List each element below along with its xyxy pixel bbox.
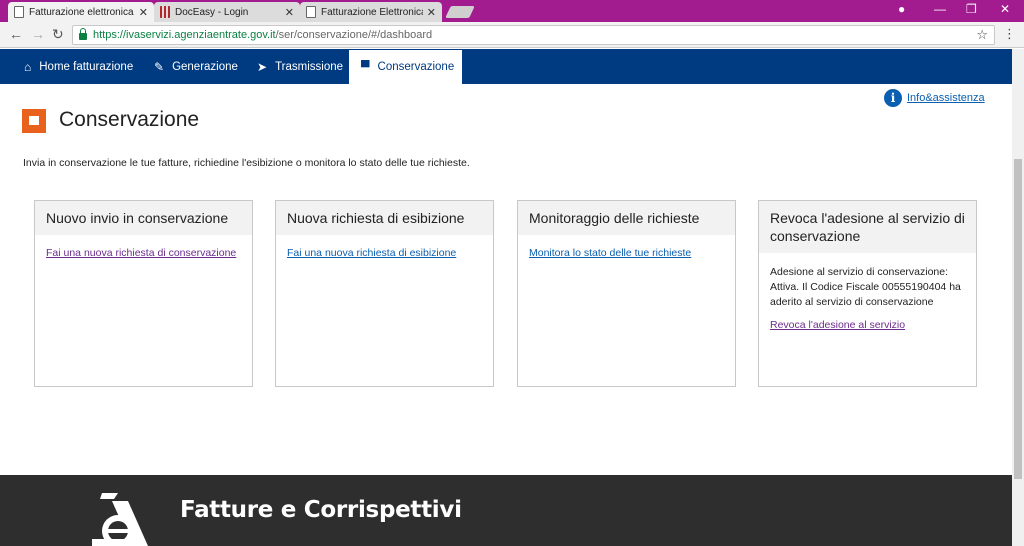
agenzia-entrate-logo-icon <box>92 493 148 546</box>
monitora-richieste-link[interactable]: Monitora lo stato delle tue richieste <box>529 247 724 259</box>
address-bar[interactable]: https://ivaservizi.agenziaentrate.gov.it… <box>72 25 995 45</box>
tab-title: Fatturazione Elettronica - <box>321 6 423 18</box>
browser-tab-strip: Fatturazione elettronica ✕ DocEasy - Log… <box>0 0 1024 22</box>
forward-icon[interactable]: → <box>31 26 45 42</box>
main-navigation: ⌂ Home fatturazione ✎ Generazione ➤ Tras… <box>0 49 1012 84</box>
nav-label: Generazione <box>172 60 238 73</box>
nav-trasmissione[interactable]: ➤ Trasmissione <box>257 49 343 84</box>
card-nuovo-invio: Nuovo invio in conservazione Fai una nuo… <box>34 200 253 387</box>
restore-icon[interactable]: ❐ <box>966 2 977 16</box>
page-icon <box>306 6 316 18</box>
browser-tab-fatturazione-2[interactable]: Fatturazione Elettronica - ✕ <box>300 2 442 22</box>
close-icon[interactable]: ✕ <box>427 6 436 19</box>
close-icon[interactable]: ✕ <box>285 6 294 19</box>
card-title: Monitoraggio delle richieste <box>518 201 735 235</box>
footer-title: Fatture e Corrispettivi <box>180 497 462 523</box>
nav-home-fatturazione[interactable]: ⌂ Home fatturazione <box>24 49 133 84</box>
archive-icon: ▀ <box>361 60 370 74</box>
home-icon: ⌂ <box>24 59 32 74</box>
lock-icon <box>79 28 87 40</box>
doceasy-favicon-icon <box>160 6 170 18</box>
nav-generazione[interactable]: ✎ Generazione <box>154 49 238 84</box>
card-title: Nuovo invio in conservazione <box>35 201 252 235</box>
user-profile-icon[interactable]: ● <box>898 2 905 16</box>
conservazione-icon <box>22 109 46 133</box>
bookmark-star-icon[interactable]: ☆ <box>976 27 988 43</box>
browser-menu-icon[interactable]: ⋮ <box>1003 26 1016 42</box>
back-icon[interactable]: ← <box>9 26 23 42</box>
minimize-icon[interactable]: — <box>934 2 946 16</box>
nav-label: Conservazione <box>377 61 455 73</box>
card-title: Revoca l'adesione al servizio di conserv… <box>759 201 976 253</box>
adesione-status-text: Adesione al servizio di conservazione: A… <box>770 266 961 308</box>
page-scrollbar[interactable] <box>1012 49 1024 546</box>
browser-toolbar: ← → ↻ https://ivaservizi.agenziaentrate.… <box>0 22 1024 48</box>
reload-icon[interactable]: ↻ <box>52 26 64 43</box>
nuova-esibizione-link[interactable]: Fai una nuova richiesta di esibizione <box>287 247 482 259</box>
card-title: Nuova richiesta di esibizione <box>276 201 493 235</box>
tab-title: DocEasy - Login <box>175 6 249 18</box>
page-footer: Fatture e Corrispettivi <box>0 475 1012 546</box>
page-title: Conservazione <box>59 108 200 131</box>
pencil-icon: ✎ <box>154 59 165 74</box>
new-tab-button[interactable] <box>445 6 475 18</box>
scrollbar-thumb[interactable] <box>1014 159 1022 479</box>
browser-tab-fatturazione[interactable]: Fatturazione elettronica ✕ <box>8 2 154 22</box>
info-assistenza-link[interactable]: Info&assistenza <box>907 92 985 104</box>
nav-label: Trasmissione <box>275 60 344 73</box>
nav-label: Home fatturazione <box>39 60 134 73</box>
nuova-conservazione-link[interactable]: Fai una nuova richiesta di conservazione <box>46 247 241 259</box>
revoca-adesione-link[interactable]: Revoca l'adesione al servizio <box>770 319 965 331</box>
nav-conservazione[interactable]: ▀ Conservazione <box>349 50 462 84</box>
url-host: https://ivaservizi.agenziaentrate.gov.it <box>93 29 276 41</box>
close-window-icon[interactable]: ✕ <box>1000 2 1010 16</box>
card-nuova-esibizione: Nuova richiesta di esibizione Fai una nu… <box>275 200 494 387</box>
tab-title: Fatturazione elettronica <box>29 6 134 18</box>
send-icon: ➤ <box>257 59 268 74</box>
info-icon: i <box>884 89 902 107</box>
browser-tab-doceasy[interactable]: DocEasy - Login ✕ <box>154 2 300 22</box>
info-assistenza[interactable]: i Info&assistenza <box>884 89 985 107</box>
close-icon[interactable]: ✕ <box>139 6 148 19</box>
card-revoca-adesione: Revoca l'adesione al servizio di conserv… <box>758 200 977 387</box>
url-path: /ser/conservazione/#/dashboard <box>275 29 433 41</box>
page-icon <box>14 6 24 18</box>
page-intro: Invia in conservazione le tue fatture, r… <box>23 157 470 169</box>
card-monitoraggio: Monitoraggio delle richieste Monitora lo… <box>517 200 736 387</box>
